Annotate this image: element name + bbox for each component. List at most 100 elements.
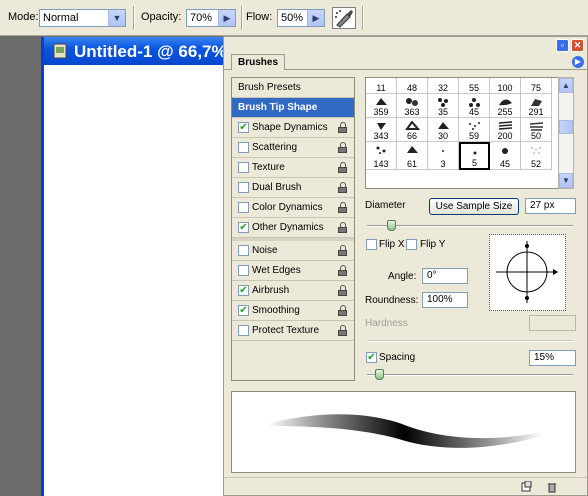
brush-tip-cell[interactable]: 255 — [490, 94, 521, 118]
mode-dropdown[interactable]: Normal ▼ — [39, 9, 126, 27]
scroll-up-icon[interactable]: ▲ — [559, 78, 573, 93]
other-dynamics-checkbox[interactable]: ✔ — [238, 222, 249, 233]
brush-tip-cell[interactable]: 61 — [397, 142, 428, 170]
smoothing-checkbox[interactable]: ✔ — [238, 305, 249, 316]
list-item-brush-tip-shape[interactable]: Brush Tip Shape — [232, 98, 354, 118]
scroll-down-icon[interactable]: ▼ — [559, 173, 573, 188]
airbrush-checkbox[interactable]: ✔ — [238, 285, 249, 296]
dual-brush-checkbox[interactable] — [238, 182, 249, 193]
brush-tip-cell[interactable]: 59 — [459, 118, 490, 142]
spacing-slider-handle[interactable] — [375, 369, 384, 380]
brush-tip-cell[interactable]: 343 — [366, 118, 397, 142]
brush-tip-cell[interactable]: 66 — [397, 118, 428, 142]
texture-checkbox[interactable] — [238, 162, 249, 173]
brush-tip-cell[interactable]: 32 — [428, 78, 459, 94]
brush-tip-cell[interactable]: 48 — [397, 78, 428, 94]
list-item-brush-presets[interactable]: Brush Presets — [232, 78, 354, 98]
lock-icon[interactable] — [338, 182, 347, 193]
lock-icon[interactable] — [338, 202, 347, 213]
lock-icon[interactable] — [338, 222, 347, 233]
tab-brushes[interactable]: Brushes — [231, 54, 286, 70]
wet-edges-checkbox[interactable] — [238, 265, 249, 276]
lock-icon[interactable] — [338, 162, 347, 173]
brush-size-label: 100 — [497, 83, 513, 93]
lock-icon[interactable] — [338, 142, 347, 153]
scroll-thumb[interactable] — [559, 120, 573, 134]
brush-tip-cell[interactable]: 35 — [428, 94, 459, 118]
flow-field[interactable]: 50% ▶ — [277, 9, 325, 27]
angle-roundness-preview[interactable] — [489, 234, 566, 311]
lock-icon[interactable] — [338, 122, 347, 133]
noise-checkbox[interactable] — [238, 245, 249, 256]
diameter-field[interactable]: 27 px — [525, 198, 576, 214]
brush-tip-cell[interactable]: 100 — [490, 78, 521, 94]
brush-tip-cell[interactable]: 30 — [428, 118, 459, 142]
diameter-slider-track[interactable] — [367, 225, 573, 227]
close-icon[interactable]: ✕ — [571, 39, 584, 52]
brush-size-label: 48 — [406, 83, 417, 93]
brush-tip-cell[interactable]: 143 — [366, 142, 397, 170]
opacity-field[interactable]: 70% ▶ — [186, 9, 236, 27]
shape-dynamics-checkbox[interactable]: ✔ — [238, 122, 249, 133]
list-item-scattering[interactable]: Scattering — [232, 138, 354, 158]
list-item-wet-edges[interactable]: Wet Edges — [232, 261, 354, 281]
list-item-airbrush[interactable]: ✔ Airbrush — [232, 281, 354, 301]
brush-shape-icon — [469, 122, 480, 130]
scattering-checkbox[interactable] — [238, 142, 249, 153]
list-item-texture[interactable]: Texture — [232, 158, 354, 178]
chevron-right-icon[interactable]: ▶ — [218, 10, 235, 26]
panel-title-strip[interactable]: ▫ ✕ — [224, 37, 587, 54]
lock-icon[interactable] — [338, 285, 347, 296]
list-item-noise[interactable]: Noise — [232, 241, 354, 261]
document-title-bar[interactable]: Untitled-1 @ 66,7% ( — [44, 37, 241, 65]
lock-icon[interactable] — [338, 305, 347, 316]
brush-shape-icon — [377, 123, 386, 130]
angle-field[interactable]: 0° — [422, 268, 468, 284]
color-dynamics-checkbox[interactable] — [238, 202, 249, 213]
brush-tip-cell-selected[interactable]: 5 — [459, 142, 490, 170]
list-item-color-dynamics[interactable]: Color Dynamics — [232, 198, 354, 218]
brush-grid-scrollbar[interactable]: ▲ ▼ — [558, 77, 574, 189]
airbrush-toggle-button[interactable] — [332, 7, 356, 29]
brush-size-label: 3 — [440, 159, 446, 169]
spacing-slider-track[interactable] — [367, 374, 573, 376]
brush-tip-cell[interactable]: 359 — [366, 94, 397, 118]
brush-tip-cell[interactable]: 75 — [521, 78, 552, 94]
brush-tip-cell[interactable]: 11 — [366, 78, 397, 94]
list-item-label: Smoothing — [252, 305, 300, 316]
protect-texture-checkbox[interactable] — [238, 325, 249, 336]
lock-icon[interactable] — [338, 265, 347, 276]
list-item-shape-dynamics[interactable]: ✔ Shape Dynamics — [232, 118, 354, 138]
spacing-checkbox[interactable]: ✔ — [366, 352, 377, 363]
brush-tip-cell[interactable]: 200 — [490, 118, 521, 142]
list-item-protect-texture[interactable]: Protect Texture — [232, 321, 354, 341]
panel-menu-icon[interactable]: ▶ — [572, 56, 584, 68]
list-item-smoothing[interactable]: ✔ Smoothing — [232, 301, 354, 321]
list-item-label: Wet Edges — [252, 265, 301, 276]
brush-tip-cell[interactable]: 45 — [490, 142, 521, 170]
angle-label: Angle: — [388, 271, 417, 282]
list-item-dual-brush[interactable]: Dual Brush — [232, 178, 354, 198]
brush-tip-cell[interactable]: 291 — [521, 94, 552, 118]
list-item-label: Brush Presets — [238, 82, 301, 93]
use-sample-size-button[interactable]: Use Sample Size — [429, 198, 519, 215]
new-brush-icon[interactable] — [520, 481, 532, 493]
chevron-right-icon[interactable]: ▶ — [307, 10, 324, 26]
roundness-field[interactable]: 100% — [422, 292, 468, 308]
brush-tip-cell[interactable]: 3 — [428, 142, 459, 170]
brush-shape-icon — [473, 151, 477, 155]
flip-y-checkbox[interactable] — [406, 239, 417, 250]
brush-tip-cell[interactable]: 363 — [397, 94, 428, 118]
lock-icon[interactable] — [338, 245, 347, 256]
brush-tip-cell[interactable]: 52 — [521, 142, 552, 170]
brush-tip-cell[interactable]: 55 — [459, 78, 490, 94]
list-item-other-dynamics[interactable]: ✔ Other Dynamics — [232, 218, 354, 238]
trash-icon[interactable] — [546, 481, 558, 493]
diameter-slider-handle[interactable] — [387, 220, 396, 231]
spacing-field[interactable]: 15% — [529, 350, 576, 366]
brush-tip-cell[interactable]: 50 — [521, 118, 552, 142]
minimize-icon[interactable]: ▫ — [556, 39, 569, 52]
brush-tip-cell[interactable]: 45 — [459, 94, 490, 118]
flip-x-checkbox[interactable] — [366, 239, 377, 250]
lock-icon[interactable] — [338, 325, 347, 336]
